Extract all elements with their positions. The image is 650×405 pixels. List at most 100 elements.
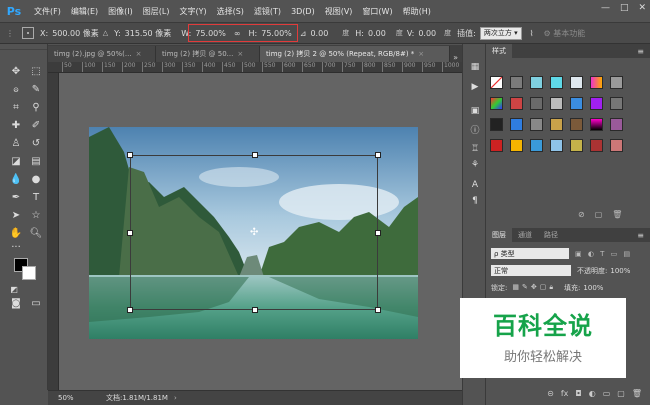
hand-tool-icon[interactable]: ✋ — [8, 226, 24, 240]
delta-icon[interactable]: △ — [103, 29, 108, 37]
menu-window[interactable]: 窗口(W) — [357, 6, 397, 17]
screen-mode-icon[interactable]: ▭ — [28, 296, 44, 310]
style-swatch[interactable] — [510, 76, 523, 89]
tab-close-icon[interactable]: × — [237, 50, 243, 58]
shape-tool-icon[interactable]: ☆ — [28, 208, 44, 222]
transform-handle-top-left[interactable] — [127, 152, 133, 158]
style-swatch[interactable] — [590, 118, 603, 131]
properties-icon[interactable]: ▣ — [468, 104, 482, 118]
transform-handle-top[interactable] — [252, 152, 258, 158]
style-swatch[interactable] — [530, 139, 543, 152]
transform-handle-bottom-right[interactable] — [375, 307, 381, 313]
pen-tool-icon[interactable]: ✒ — [8, 190, 24, 204]
tab-document-3-active[interactable]: timg (2) 拷贝 2 @ 50% (Repeat, RGB/8#) * × — [260, 46, 450, 62]
menu-select[interactable]: 选择(S) — [212, 6, 249, 17]
style-swatch[interactable] — [550, 139, 563, 152]
layer-filter-icons[interactable]: ▣ ◐ T ▭ ▤ — [575, 250, 632, 258]
style-swatch[interactable] — [610, 118, 623, 131]
workspace-select[interactable]: ⚙ 基本功能 — [544, 28, 586, 39]
actions-icon[interactable]: ▶ — [468, 80, 482, 94]
add-mask-icon[interactable]: ◘ — [575, 389, 581, 398]
status-menu-icon[interactable]: › — [174, 394, 177, 402]
panel-menu-icon[interactable]: ≡ — [637, 44, 650, 58]
style-swatch[interactable] — [530, 118, 543, 131]
marquee-tool-icon[interactable]: ⬚ — [28, 64, 44, 78]
lasso-tool-icon[interactable]: ဓ — [8, 82, 24, 96]
style-swatch[interactable] — [570, 97, 583, 110]
menu-view[interactable]: 视图(V) — [320, 6, 358, 17]
x-field[interactable]: 500.00 像素 — [52, 28, 99, 39]
maximize-icon[interactable]: □ — [620, 3, 629, 13]
transform-handle-left[interactable] — [127, 230, 133, 236]
opacity-value[interactable]: 100% — [610, 267, 630, 275]
menu-help[interactable]: 帮助(H) — [398, 6, 436, 17]
style-swatch[interactable] — [550, 76, 563, 89]
dodge-tool-icon[interactable]: ● — [28, 172, 44, 186]
tab-layers[interactable]: 图层 — [486, 228, 512, 242]
healing-brush-tool-icon[interactable]: ✚ — [8, 118, 24, 132]
style-swatch[interactable] — [510, 97, 523, 110]
clone-stamp-tool-icon[interactable]: ♙ — [8, 136, 24, 150]
tabs-overflow-icon[interactable]: » — [453, 53, 458, 62]
menu-edit[interactable]: 编辑(E) — [66, 6, 103, 17]
transform-handle-bottom-left[interactable] — [127, 307, 133, 313]
menu-file[interactable]: 文件(F) — [29, 6, 66, 17]
delete-layer-icon[interactable]: 🗑︎ — [632, 389, 642, 398]
zoom-tool-icon[interactable]: 🔍︎ — [28, 226, 44, 240]
style-swatch[interactable] — [530, 76, 543, 89]
move-tool-icon[interactable]: ✥ — [8, 64, 24, 78]
eraser-tool-icon[interactable]: ◪ — [8, 154, 24, 168]
style-swatch[interactable] — [510, 118, 523, 131]
tab-document-1[interactable]: timg (2).jpg @ 50%(... × — [48, 46, 156, 62]
interpolation-select[interactable]: 两次立方 ▾ — [479, 26, 522, 40]
style-swatch[interactable] — [610, 76, 623, 89]
style-swatch[interactable] — [570, 139, 583, 152]
adjustment-icon[interactable]: ◐ — [589, 389, 596, 398]
new-layer-icon[interactable]: ▢ — [617, 389, 625, 398]
style-swatch[interactable] — [490, 139, 503, 152]
style-swatch[interactable] — [510, 139, 523, 152]
style-swatch[interactable] — [590, 76, 603, 89]
background-color-swatch[interactable] — [22, 266, 36, 280]
crop-tool-icon[interactable]: ⌗ — [8, 100, 24, 114]
quick-select-tool-icon[interactable]: ✎ — [28, 82, 44, 96]
brush-settings-icon[interactable]: ⚘ — [468, 158, 482, 172]
tab-document-2[interactable]: timg (2) 拷贝 @ 50... × — [156, 46, 260, 62]
delete-style-icon[interactable]: 🗑︎ — [612, 210, 622, 219]
transform-handle-right[interactable] — [375, 230, 381, 236]
style-swatch[interactable] — [490, 76, 503, 89]
blur-tool-icon[interactable]: 💧 — [8, 172, 24, 186]
style-swatch[interactable] — [550, 118, 563, 131]
fill-value[interactable]: 100% — [583, 284, 603, 292]
tab-close-icon[interactable]: × — [418, 50, 424, 58]
warp-icon[interactable]: ⌇ — [530, 29, 534, 38]
link-layers-icon[interactable]: ⊝ — [547, 389, 554, 398]
eyedropper-tool-icon[interactable]: ⚲ — [28, 100, 44, 114]
path-select-tool-icon[interactable]: ➤ — [8, 208, 24, 222]
character-icon[interactable]: A — [468, 178, 482, 192]
style-swatch[interactable] — [610, 97, 623, 110]
new-style-icon[interactable]: ▢ — [595, 210, 603, 219]
zoom-level[interactable]: 50% — [48, 394, 82, 402]
paragraph-icon[interactable]: ¶ — [468, 194, 482, 208]
menu-filter[interactable]: 滤镜(T) — [249, 6, 286, 17]
more-tools-icon[interactable]: ··· — [8, 240, 24, 254]
free-transform-box[interactable]: ✣ — [127, 152, 381, 313]
close-icon[interactable]: ✕ — [638, 3, 646, 13]
tab-channels[interactable]: 通道 — [512, 228, 538, 242]
menu-3d[interactable]: 3D(D) — [286, 7, 320, 16]
tab-styles[interactable]: 样式 — [486, 44, 512, 58]
blend-mode-select[interactable]: 正常 — [491, 265, 571, 276]
fx-icon[interactable]: fx — [561, 389, 569, 398]
transform-center-icon[interactable]: ✣ — [250, 228, 260, 238]
style-swatch[interactable] — [590, 139, 603, 152]
style-swatch[interactable] — [490, 118, 503, 131]
style-swatch[interactable] — [550, 97, 563, 110]
y-field[interactable]: 315.50 像素 — [125, 28, 172, 39]
transform-handle-top-right[interactable] — [375, 152, 381, 158]
info-icon[interactable]: ⓘ — [468, 122, 482, 136]
menu-image[interactable]: 图像(I) — [103, 6, 138, 17]
minimize-icon[interactable]: — — [601, 3, 610, 13]
h-skew-field[interactable]: 0.00 — [368, 29, 386, 38]
quick-mask-icon[interactable]: ◙ — [8, 296, 24, 310]
